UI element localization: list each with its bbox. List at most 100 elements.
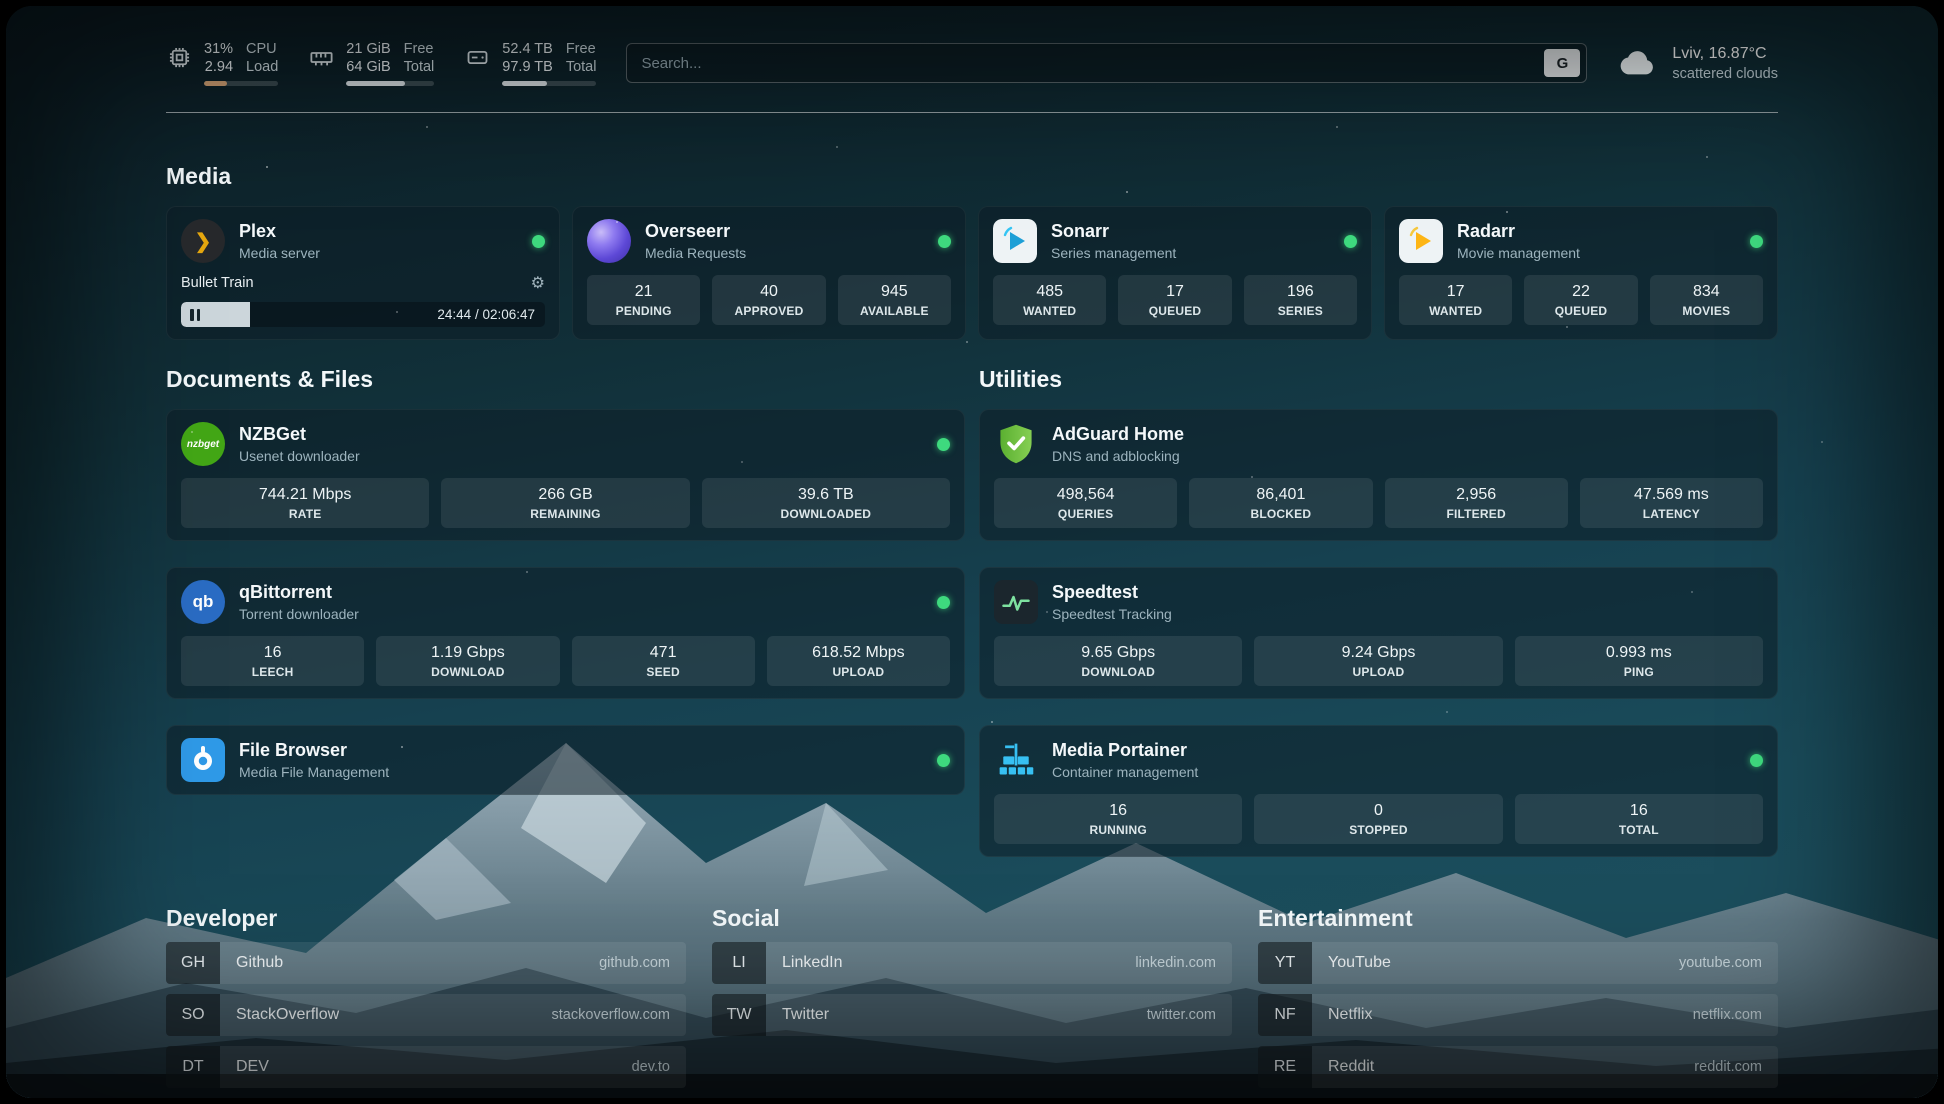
stat-queued: 17 QUEUED — [1118, 275, 1231, 325]
stat-leech: 16 LEECH — [181, 636, 364, 686]
service-card-nzbget[interactable]: nzbget NZBGet Usenet downloader 744.21 M… — [166, 409, 965, 541]
service-title: File Browser — [239, 740, 389, 761]
stat-value: 498,564 — [998, 486, 1173, 504]
memory-free-value: 21 GiB — [346, 40, 390, 58]
stat-label: APPROVED — [716, 304, 821, 318]
status-dot — [937, 438, 950, 451]
bookmark-twitter[interactable]: TW Twitter twitter.com — [712, 994, 1232, 1036]
stat-label: UPLOAD — [1258, 665, 1498, 679]
stat-label: QUEUED — [1122, 304, 1227, 318]
service-card-plex[interactable]: Plex Media server Bullet Train ⚙ — [166, 206, 560, 340]
stat-label: UPLOAD — [771, 665, 946, 679]
bookmark-name: LinkedIn — [782, 954, 843, 972]
bookmark-reddit[interactable]: RE Reddit reddit.com — [1258, 1046, 1778, 1088]
section-heading-media: Media — [166, 163, 1778, 190]
stat-label: STOPPED — [1258, 823, 1498, 837]
service-title: Overseerr — [645, 221, 746, 242]
stat-value: 17 — [1403, 283, 1508, 301]
stat-blocked: 86,401 BLOCKED — [1189, 478, 1372, 528]
bookmark-name: Twitter — [782, 1006, 829, 1024]
stat-label: RATE — [185, 507, 425, 521]
bookmark-domain: linkedin.com — [1135, 955, 1216, 971]
bookmark-name: YouTube — [1328, 954, 1391, 972]
stat-label: WANTED — [997, 304, 1102, 318]
stat-label: LEECH — [185, 665, 360, 679]
service-title: Speedtest — [1052, 582, 1172, 603]
stat-value: 744.21 Mbps — [185, 486, 425, 504]
qbittorrent-icon: qb — [181, 580, 225, 624]
bookmark-group-developer: Developer GH Github github.com SO StackO… — [166, 905, 686, 1088]
bookmark-dev[interactable]: DT DEV dev.to — [166, 1046, 686, 1088]
service-title: Sonarr — [1051, 221, 1176, 242]
stat-label: PENDING — [591, 304, 696, 318]
stat-rate: 744.21 Mbps RATE — [181, 478, 429, 528]
stat-download: 1.19 Gbps DOWNLOAD — [376, 636, 559, 686]
bookmark-name: DEV — [236, 1058, 269, 1076]
stat-value: 16 — [1519, 802, 1759, 820]
memory-widget: 21 GiB 64 GiB Free Total — [308, 40, 434, 86]
service-card-portainer[interactable]: Media Portainer Container management 16 … — [979, 725, 1778, 857]
service-card-radarr[interactable]: Radarr Movie management 17 WANTED 22 QUE… — [1384, 206, 1778, 340]
stat-upload: 9.24 Gbps UPLOAD — [1254, 636, 1502, 686]
search-bar: G — [626, 43, 1587, 83]
stat-value: 1.19 Gbps — [380, 644, 555, 662]
bookmark-abbr: SO — [166, 994, 220, 1036]
google-search-button[interactable]: G — [1544, 49, 1580, 77]
now-playing-widget: Bullet Train ⚙ 24:44 / 02:06:47 — [181, 273, 545, 327]
stat-value: 471 — [576, 644, 751, 662]
bookmark-youtube[interactable]: YT YouTube youtube.com — [1258, 942, 1778, 984]
utilities-column: Utilities AdGuard Home — [979, 366, 1778, 857]
service-card-adguard[interactable]: AdGuard Home DNS and adblocking 498,564 … — [979, 409, 1778, 541]
dashboard-screen: 31% 2.94 CPU Load — [6, 6, 1938, 1098]
service-card-qbittorrent[interactable]: qb qBittorrent Torrent downloader 16 LEE… — [166, 567, 965, 699]
stat-value: 9.24 Gbps — [1258, 644, 1498, 662]
weather-location: Lviv, 16.87°C — [1672, 45, 1778, 63]
bookmark-name: Netflix — [1328, 1006, 1372, 1024]
playback-progress-bar[interactable]: 24:44 / 02:06:47 — [181, 302, 545, 327]
stat-ping: 0.993 ms PING — [1515, 636, 1763, 686]
search-input[interactable] — [641, 55, 1544, 72]
disk-widget: 52.4 TB 97.9 TB Free Total — [464, 40, 596, 86]
stat-label: REMAINING — [445, 507, 685, 521]
stat-available: 945 AVAILABLE — [838, 275, 951, 325]
bookmark-domain: reddit.com — [1694, 1059, 1762, 1075]
stat-latency: 47.569 ms LATENCY — [1580, 478, 1763, 528]
bookmark-stackoverflow[interactable]: SO StackOverflow stackoverflow.com — [166, 994, 686, 1036]
bookmark-name: Reddit — [1328, 1058, 1374, 1076]
bookmark-domain: dev.to — [632, 1059, 670, 1075]
bookmark-linkedin[interactable]: LI LinkedIn linkedin.com — [712, 942, 1232, 984]
bookmark-netflix[interactable]: NF Netflix netflix.com — [1258, 994, 1778, 1036]
stat-value: 2,956 — [1389, 486, 1564, 504]
disk-progress-bar — [502, 81, 596, 86]
service-card-filebrowser[interactable]: File Browser Media File Management — [166, 725, 965, 795]
stat-downloaded: 39.6 TB DOWNLOADED — [702, 478, 950, 528]
stat-value: 0 — [1258, 802, 1498, 820]
service-card-speedtest[interactable]: Speedtest Speedtest Tracking 9.65 Gbps D… — [979, 567, 1778, 699]
section-heading-documents: Documents & Files — [166, 366, 965, 393]
stat-label: BLOCKED — [1193, 507, 1368, 521]
overseerr-icon — [587, 219, 631, 263]
stat-value: 22 — [1528, 283, 1633, 301]
bookmark-github[interactable]: GH Github github.com — [166, 942, 686, 984]
bookmark-domain: github.com — [599, 955, 670, 971]
stat-label: PING — [1519, 665, 1759, 679]
gear-icon[interactable]: ⚙ — [531, 273, 545, 293]
stat-approved: 40 APPROVED — [712, 275, 825, 325]
disk-total-value: 97.9 TB — [502, 58, 553, 76]
stat-label: DOWNLOADED — [706, 507, 946, 521]
weather-widget: Lviv, 16.87°C scattered clouds — [1617, 45, 1778, 82]
service-subtitle: Torrent downloader — [239, 606, 359, 622]
service-card-overseerr[interactable]: Overseerr Media Requests 21 PENDING 40 A… — [572, 206, 966, 340]
status-dot — [532, 235, 545, 248]
stat-stopped: 0 STOPPED — [1254, 794, 1502, 844]
stat-queries: 498,564 QUERIES — [994, 478, 1177, 528]
weather-condition: scattered clouds — [1672, 66, 1778, 82]
portainer-icon — [994, 738, 1038, 782]
pause-icon[interactable] — [190, 309, 200, 321]
memory-label-2: Total — [404, 58, 435, 76]
bookmark-abbr: GH — [166, 942, 220, 984]
service-card-sonarr[interactable]: Sonarr Series management 485 WANTED 17 Q… — [978, 206, 1372, 340]
filebrowser-icon — [181, 738, 225, 782]
section-heading-social: Social — [712, 905, 1232, 932]
stat-filtered: 2,956 FILTERED — [1385, 478, 1568, 528]
